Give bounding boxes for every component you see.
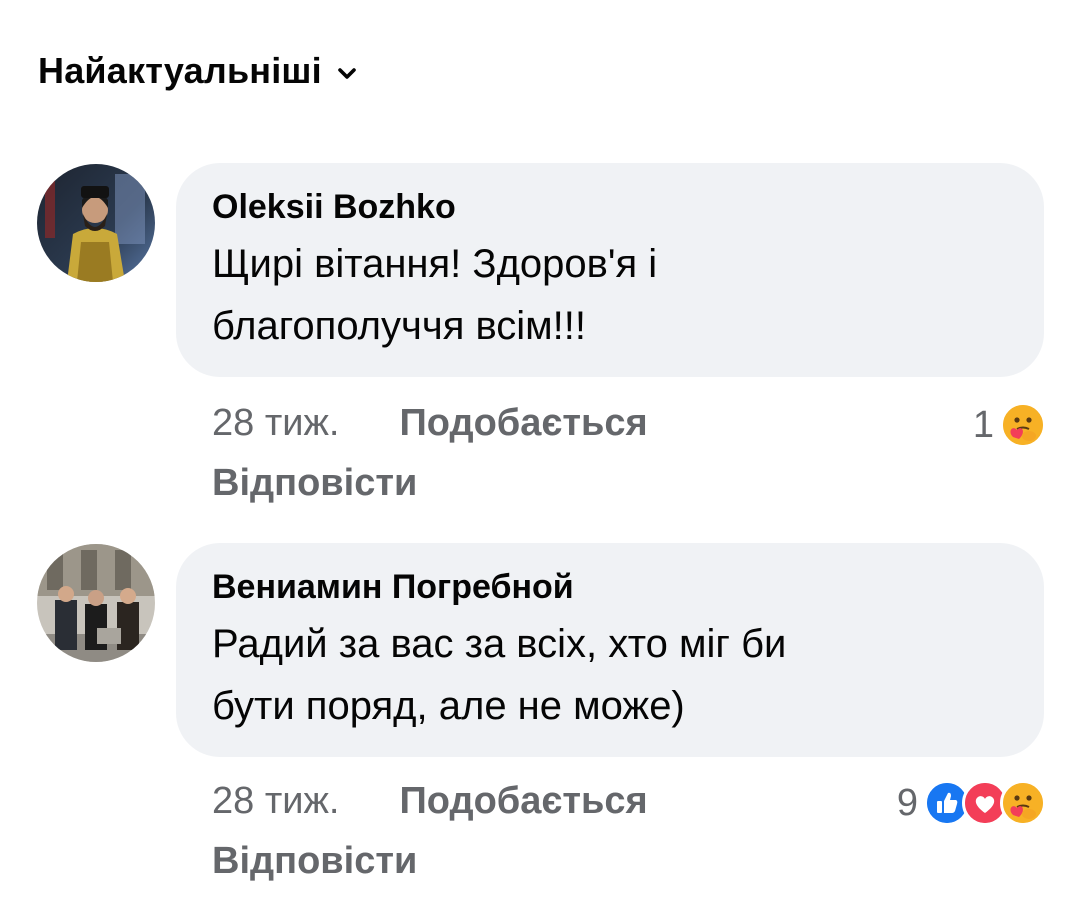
reply-button[interactable]: Відповісти	[212, 454, 1052, 512]
care-icon	[1000, 780, 1046, 826]
comment-timestamp[interactable]: 28 тиж.	[212, 394, 339, 452]
reaction-summary[interactable]: 1	[973, 396, 1046, 454]
comment-actions: 28 тиж. Подобається 9 Відповісти	[212, 772, 1052, 890]
comment-timestamp[interactable]: 28 тиж.	[212, 772, 339, 830]
like-button[interactable]: Подобається	[399, 772, 647, 830]
comment-text-line: бути поряд, але не може)	[212, 684, 685, 728]
comment-text-line: благополуччя всім!!!	[212, 304, 587, 348]
avatar[interactable]	[37, 164, 155, 282]
avatar[interactable]	[37, 544, 155, 662]
comments-panel: Найактуальніші Oleksii Bozhko Щирі вітан…	[0, 0, 1080, 918]
comment-bubble: Вениамин Погребной Радий за вас за всіх,…	[176, 543, 1044, 757]
like-button[interactable]: Подобається	[399, 394, 647, 452]
comment-text-line: Радий за вас за всіх, хто міг би	[212, 622, 787, 666]
reaction-summary[interactable]: 9	[897, 774, 1046, 832]
comment-text: Щирі вітання! Здоров'я і благополуччя вс…	[212, 233, 1008, 357]
comment-actions: 28 тиж. Подобається 1 Відповісти	[212, 394, 1052, 512]
chevron-down-icon	[336, 63, 358, 85]
comment-text: Радий за вас за всіх, хто міг би бути по…	[212, 613, 1008, 737]
comment-author[interactable]: Oleksii Bozhko	[212, 185, 1008, 229]
comment-text-line: Щирі вітання! Здоров'я і	[212, 242, 658, 286]
sort-label: Найактуальніші	[38, 50, 322, 91]
comment-bubble: Oleksii Bozhko Щирі вітання! Здоров'я і …	[176, 163, 1044, 377]
reply-button[interactable]: Відповісти	[212, 832, 1052, 890]
sort-dropdown[interactable]: Найактуальніші	[38, 50, 358, 92]
comment-author[interactable]: Вениамин Погребной	[212, 565, 1008, 609]
reaction-count: 1	[972, 404, 994, 446]
care-icon	[1000, 402, 1046, 448]
reaction-count: 9	[896, 782, 918, 824]
